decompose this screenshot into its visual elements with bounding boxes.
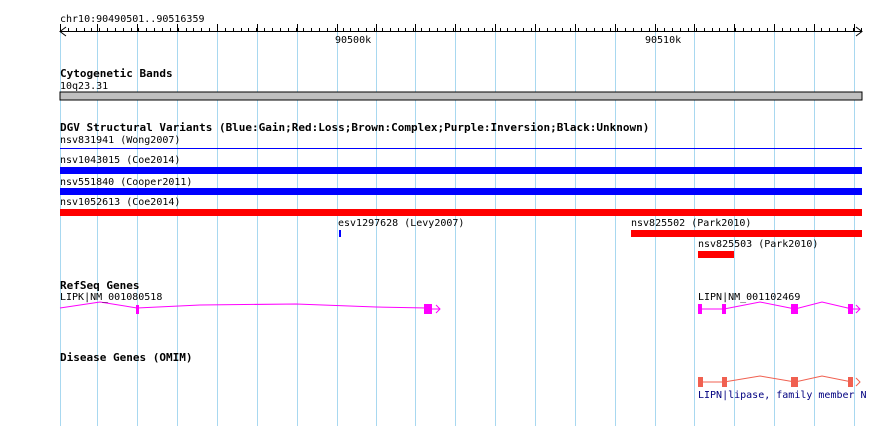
gene-exon [791,304,798,314]
position-label: chr10:90490501..90516359 [60,14,205,25]
variant-label[interactable]: nsv825502 (Park2010) [631,218,751,230]
variant-bar [339,230,341,237]
variant-label[interactable]: nsv551840 (Cooper2011) [60,177,192,189]
track-title-dgv: DGV Structural Variants (Blue:Gain;Red:L… [60,121,650,134]
variant-label[interactable]: esv1297628 (Levy2007) [338,218,464,230]
cytoband-bar [59,91,863,101]
gene-label[interactable]: LIPK|NM_001080518 [60,292,162,304]
gene-exon [136,305,139,314]
variant-label[interactable]: nsv825503 (Park2010) [698,239,818,251]
omim-strand-arrow [855,377,861,387]
ruler-tick-label: 90510k [645,35,682,46]
ruler-tick-label: 90500k [335,35,372,46]
variant-bar [60,209,862,216]
track-title-cytogenetic: Cytogenetic Bands [60,67,173,80]
band-label[interactable]: 10q23.31 [60,81,108,93]
omim-exon [791,377,798,387]
gene-exon [722,304,726,314]
track-title-refseq: RefSeq Genes [60,279,140,292]
gene-label[interactable]: LIPN|NM_001102469 [698,292,800,304]
omim-gene-label[interactable]: LIPN|lipase, family member N [698,390,867,402]
variant-bar [60,167,862,174]
variant-bar [60,188,862,195]
variant-label[interactable]: nsv1052613 (Coe2014) [60,197,180,209]
variant-label[interactable]: nsv831941 (Wong2007) [60,135,180,147]
variant-bar [698,251,734,258]
omim-exon [848,377,853,387]
gene-exon [848,304,853,314]
omim-exon [698,377,703,387]
genome-browser-view: chr10:90490501..90516359 90500k 90510k C… [0,0,890,426]
track-title-omim: Disease Genes (OMIM) [60,351,193,364]
variant-label[interactable]: nsv1043015 (Coe2014) [60,155,180,167]
gene-exon [698,304,702,314]
omim-exon [722,377,727,387]
variant-bar [631,230,862,237]
gene-exon [424,304,432,314]
